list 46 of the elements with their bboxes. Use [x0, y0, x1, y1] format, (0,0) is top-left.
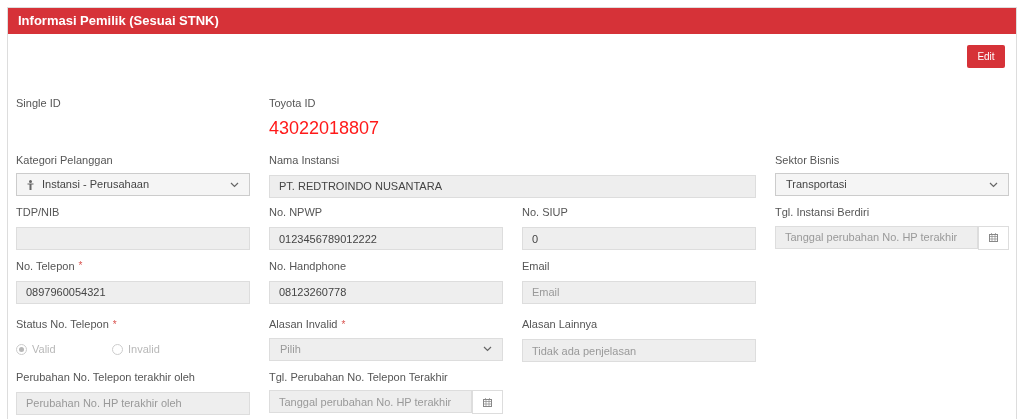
date-field[interactable]: Tanggal perubahan No. HP terakhir	[775, 225, 978, 249]
required-mark: *	[78, 261, 83, 271]
field-label: No. Handphone	[269, 260, 347, 272]
field-label: Single ID	[16, 97, 61, 109]
field-label: Alasan Invalid	[269, 319, 338, 330]
calendar-button[interactable]	[472, 390, 503, 414]
calendar-icon	[989, 233, 998, 242]
text-field[interactable]: Tidak ada penjelasan	[522, 339, 756, 362]
text-field[interactable]: Perubahan No. HP terakhir oleh	[16, 391, 250, 415]
text-field[interactable]: Email	[522, 280, 756, 304]
date-field[interactable]: Tanggal perubahan No. HP terakhir	[269, 390, 472, 413]
calendar-icon	[483, 397, 492, 407]
field-label: Status No. Telepon	[16, 319, 109, 330]
field-label: Kategori Pelanggan	[16, 154, 113, 166]
field-label: Nama Instansi	[269, 154, 340, 166]
required-mark: *	[112, 319, 117, 330]
calendar-button[interactable]	[978, 225, 1009, 250]
text-field[interactable]: 0123456789012222	[269, 227, 503, 250]
field-label: Email	[522, 260, 550, 272]
field-label: No. Telepon	[16, 260, 75, 272]
required-mark: *	[341, 319, 346, 330]
person-icon	[27, 179, 34, 190]
text-field[interactable]	[16, 227, 250, 250]
text-field[interactable]: 08123260778	[269, 280, 503, 304]
edit-button[interactable]: Edit	[967, 45, 1005, 68]
field-label: TDP/NIB	[16, 207, 60, 218]
chevron-down-icon	[230, 181, 239, 188]
field-label: Sektor Bisnis	[775, 154, 840, 166]
select-field[interactable]: Instansi - Perusahaan	[16, 173, 250, 196]
field-label: Perubahan No. Telepon terakhir oleh	[16, 371, 195, 383]
field-label: Toyota ID	[269, 97, 316, 109]
field-label: No. SIUP	[522, 207, 568, 218]
radio-label: Valid	[32, 341, 56, 357]
text-field[interactable]: 0	[522, 227, 756, 250]
select-field[interactable]: Transportasi	[775, 173, 1009, 196]
field-label: No. NPWP	[269, 207, 323, 218]
field-label: Alasan Lainnya	[522, 319, 598, 330]
radio-label: Invalid	[128, 341, 160, 357]
text-field[interactable]: 0897960054321	[16, 280, 250, 304]
panel-title: Informasi Pemilik (Sesuai STNK)	[18, 12, 219, 31]
field-label: Tgl. Instansi Berdiri	[775, 207, 870, 218]
field-label: Tgl. Perubahan No. Telepon Terakhir	[269, 371, 448, 383]
id-value: 43022018807	[269, 117, 380, 139]
chevron-down-icon	[483, 346, 492, 352]
chevron-down-icon	[989, 181, 998, 188]
text-field[interactable]: PT. REDTROINDO NUSANTARA	[269, 174, 756, 198]
